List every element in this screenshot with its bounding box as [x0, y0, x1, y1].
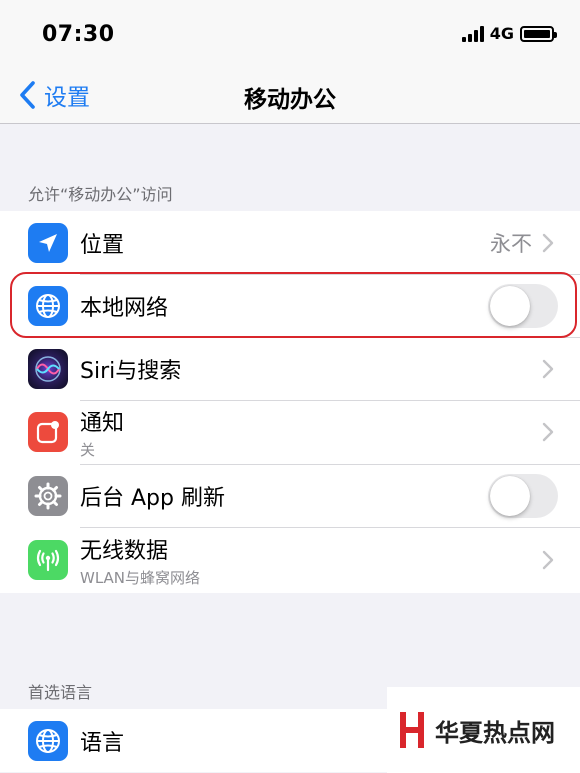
gear-icon: [28, 475, 68, 516]
row-notifications[interactable]: 通知 关: [0, 400, 580, 464]
watermark: 华夏热点网: [387, 687, 580, 773]
signal-bars-icon: [461, 25, 484, 42]
navigation-bar: 设置 移动办公: [0, 66, 580, 124]
chevron-right-icon: [542, 550, 554, 570]
row-label: 无线数据: [80, 538, 169, 564]
background-refresh-toggle[interactable]: [488, 473, 558, 518]
chevron-right-icon: [542, 422, 554, 442]
row-label: 通知: [80, 410, 125, 436]
notification-icon: [28, 412, 68, 452]
row-label: 本地网络: [80, 295, 169, 321]
battery-icon: [520, 25, 557, 42]
toggle-knob: [490, 475, 530, 516]
section-header-allow: 允许“移动办公”访问: [28, 185, 173, 204]
row-sublabel: WLAN与蜂窝网络: [80, 568, 201, 587]
status-bar: 07:30 4G: [0, 0, 580, 66]
permissions-group: 位置 永不 本地网络 Siri与搜索 通知 关 后台 App 刷新 无线数据 W…: [0, 211, 580, 593]
row-background-refresh: 后台 App 刷新: [0, 464, 580, 527]
row-label: 后台 App 刷新: [80, 485, 225, 511]
network-type: 4G: [489, 24, 514, 43]
chevron-right-icon: [542, 359, 554, 378]
row-label: Siri与搜索: [80, 358, 182, 384]
siri-icon: [28, 348, 68, 389]
row-label: 位置: [80, 232, 125, 258]
row-location[interactable]: 位置 永不: [0, 211, 580, 274]
chevron-right-icon: [542, 233, 554, 252]
status-indicators: 4G: [461, 24, 557, 43]
local-network-toggle[interactable]: [488, 283, 558, 328]
globe-icon: [28, 720, 68, 761]
watermark-text: 华夏热点网: [435, 717, 555, 747]
location-arrow-icon: [28, 222, 68, 263]
watermark-logo-icon: [400, 712, 424, 748]
row-local-network: 本地网络: [0, 274, 580, 337]
globe-icon: [28, 285, 68, 326]
page-title: 移动办公: [244, 87, 336, 113]
row-sublabel: 关: [80, 440, 96, 459]
row-label: 语言: [80, 730, 125, 756]
wireless-antenna-icon: [28, 540, 68, 580]
section-header-language: 首选语言: [28, 683, 93, 702]
row-siri-search[interactable]: Siri与搜索: [0, 337, 580, 400]
row-wireless-data[interactable]: 无线数据 WLAN与蜂窝网络: [0, 527, 580, 593]
toggle-knob: [490, 285, 530, 326]
status-time: 07:30: [42, 22, 115, 47]
row-value: 永不: [490, 231, 532, 256]
